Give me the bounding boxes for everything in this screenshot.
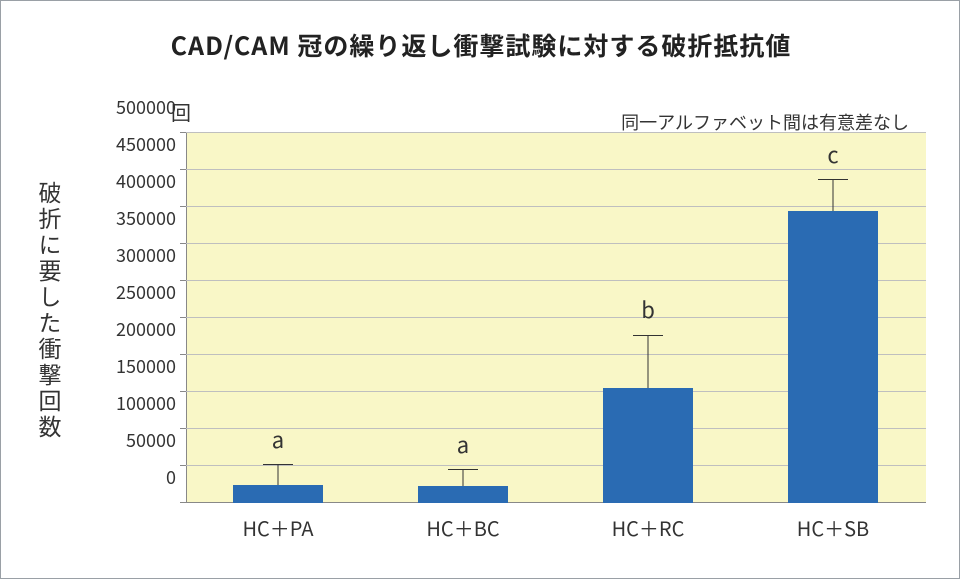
y-tick-label: 350000 bbox=[116, 205, 176, 231]
error-bar bbox=[648, 336, 649, 388]
y-tick bbox=[180, 132, 186, 133]
x-tick-label: HC＋PA bbox=[198, 513, 358, 542]
error-cap bbox=[818, 179, 848, 180]
error-cap bbox=[263, 464, 293, 465]
y-tick-label: 500000 bbox=[116, 94, 176, 120]
sig-label: c bbox=[788, 138, 878, 170]
y-tick-label: 300000 bbox=[116, 242, 176, 268]
y-tick-label: 200000 bbox=[116, 316, 176, 342]
y-tick bbox=[180, 465, 186, 466]
y-tick-label: 100000 bbox=[116, 390, 176, 416]
bar-hc-rc: b bbox=[603, 388, 693, 503]
y-axis-line bbox=[186, 133, 187, 503]
y-tick-label: 150000 bbox=[116, 353, 176, 379]
sig-label: a bbox=[233, 423, 323, 455]
bar-hc-pa: a bbox=[233, 485, 323, 504]
y-tick bbox=[180, 502, 186, 503]
error-bar bbox=[463, 470, 464, 486]
y-tick-label: 0 bbox=[166, 464, 176, 490]
x-tick-label: HC＋RC bbox=[568, 513, 728, 542]
plot-area: 0 50000 100000 150000 200000 250000 3000… bbox=[186, 133, 926, 503]
error-bar bbox=[278, 465, 279, 485]
x-tick-label: HC＋SB bbox=[753, 513, 913, 542]
error-cap bbox=[448, 469, 478, 470]
gridline bbox=[186, 206, 926, 207]
y-tick bbox=[180, 206, 186, 207]
y-tick bbox=[180, 317, 186, 318]
chart-title: CAD/CAM 冠の繰り返し衝撃試験に対する破折抵抗値 bbox=[1, 27, 960, 63]
y-tick-label: 50000 bbox=[126, 427, 176, 453]
y-tick bbox=[180, 169, 186, 170]
y-tick bbox=[180, 391, 186, 392]
y-tick bbox=[180, 354, 186, 355]
y-axis-label: 破折に要した衝撃回数 bbox=[33, 181, 67, 441]
y-tick bbox=[180, 280, 186, 281]
y-tick-label: 450000 bbox=[116, 131, 176, 157]
gridline bbox=[186, 132, 926, 133]
x-tick-label: HC＋BC bbox=[383, 513, 543, 542]
sig-label: b bbox=[603, 293, 693, 325]
chart-frame: CAD/CAM 冠の繰り返し衝撃試験に対する破折抵抗値 回 同一アルファベット間… bbox=[0, 0, 960, 579]
bar-hc-bc: a bbox=[418, 486, 508, 503]
y-tick bbox=[180, 428, 186, 429]
bar-hc-sb: c bbox=[788, 211, 878, 503]
sig-label: a bbox=[418, 428, 508, 460]
y-tick-label: 250000 bbox=[116, 279, 176, 305]
y-tick-label: 400000 bbox=[116, 168, 176, 194]
y-tick bbox=[180, 243, 186, 244]
error-bar bbox=[833, 180, 834, 211]
error-cap bbox=[633, 335, 663, 336]
